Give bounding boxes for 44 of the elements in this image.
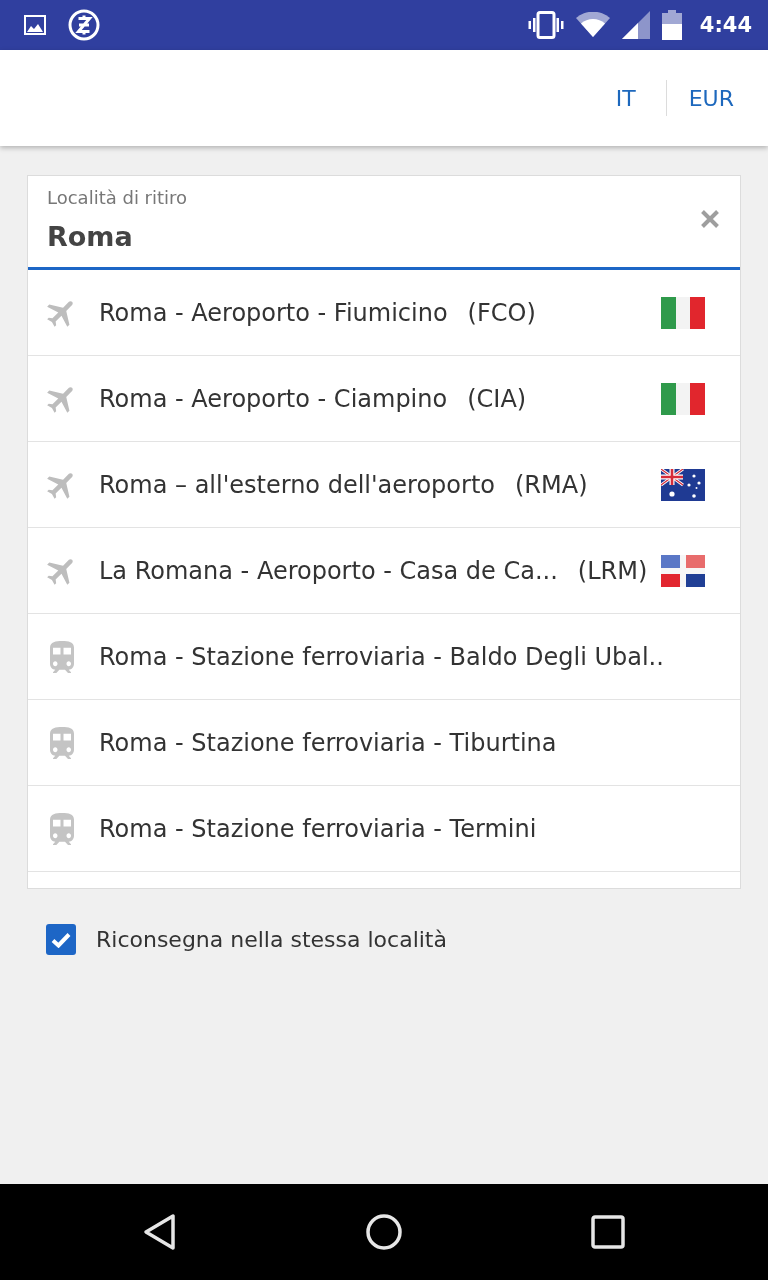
train-icon — [50, 812, 74, 845]
suggestion-item[interactable]: Roma - Aeroporto - Fiumicino (FCO) — [28, 270, 740, 356]
australian-flag-icon — [661, 468, 705, 501]
location-name: Roma - Stazione ferroviaria - Baldo Degli Ubal.. — [99, 642, 664, 671]
location-name: Roma - Stazione ferroviaria - Tiburtina — [99, 728, 557, 757]
suggestion-item[interactable]: Roma - Aeroporto - Ciampino (CIA) — [28, 356, 740, 442]
location-name: Roma - Aeroporto - Fiumicino — [99, 298, 448, 327]
recents-icon[interactable] — [591, 1215, 625, 1249]
vibrate-icon — [527, 11, 564, 39]
currency-button[interactable]: EUR — [688, 79, 734, 117]
signal-icon — [621, 11, 650, 39]
suggestion-item[interactable]: Roma - Stazione ferroviaria - Baldo Degli Ubal.. — [28, 614, 740, 700]
field-label: Località di ritiro — [47, 186, 188, 210]
close-icon — [700, 208, 720, 229]
back-icon[interactable] — [142, 1213, 178, 1251]
location-name: La Romana - Aeroporto - Casa de Ca... — [99, 556, 558, 585]
checkmark-icon — [51, 931, 71, 948]
italian-flag-icon — [661, 382, 705, 415]
clock-time: 4:44 — [699, 13, 752, 37]
dominican-flag-icon — [661, 554, 705, 587]
battery-icon — [661, 10, 682, 40]
home-icon[interactable] — [366, 1214, 402, 1250]
location-code: (RMA) — [515, 470, 588, 499]
wifi-icon — [575, 12, 610, 38]
location-name: Roma - Aeroporto - Ciampino — [99, 384, 448, 413]
location-code: (LRM) — [577, 556, 648, 585]
location-name: Roma - Stazione ferroviaria - Termini — [99, 814, 537, 843]
image-icon — [24, 15, 46, 35]
train-icon — [50, 640, 74, 673]
language-button[interactable]: IT — [615, 79, 636, 117]
clear-button[interactable] — [700, 208, 720, 229]
train-icon — [50, 726, 74, 759]
checkbox-label: Riconsegna nella stessa località — [96, 927, 447, 952]
circled-z-icon — [68, 9, 100, 41]
suggestion-item[interactable]: Roma - Stazione ferroviaria - Tiburtina — [28, 700, 740, 786]
location-name: Roma – all'esterno dell'aeroporto — [99, 470, 495, 499]
location-code: (FCO) — [467, 298, 536, 327]
location-code: (CIA) — [467, 384, 527, 413]
suggestion-item[interactable]: La Romana - Aeroporto - Casa de Ca... (LRM) — [28, 528, 740, 614]
checkbox[interactable] — [46, 924, 76, 955]
location-input[interactable]: Roma — [47, 220, 700, 254]
suggestion-item[interactable]: Roma - Stazione ferroviaria - Termini — [28, 786, 740, 872]
italian-flag-icon — [661, 296, 705, 329]
suggestion-item[interactable]: Roma – all'esterno dell'aeroporto (RMA) — [28, 442, 740, 528]
